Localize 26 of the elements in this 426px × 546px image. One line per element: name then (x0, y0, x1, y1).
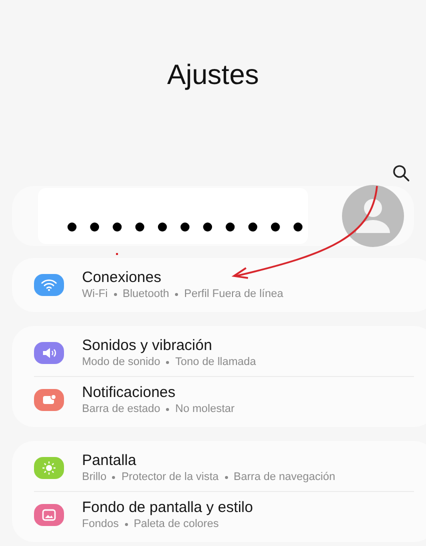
settings-item[interactable]: Pantalla Brillo Protector de la vista Barra de navegación (34, 445, 414, 491)
item-title: Notificaciones (82, 383, 176, 402)
settings-item[interactable]: Sonidos y vibración Modo de sonido Tono de llamada (34, 330, 414, 376)
settings-item[interactable]: Conexiones Wi-Fi Bluetooth Perfil Fuera de línea (34, 262, 414, 308)
item-title: Conexiones (82, 268, 162, 287)
item-subtitle: Brillo (82, 470, 106, 485)
item-subtitle: Modo de sonido (82, 355, 160, 370)
item-subtitle: Tono de llamada (175, 355, 256, 370)
item-subtitle: Perfil Fuera de línea (184, 287, 284, 302)
item-subtitle: Wi-Fi (82, 287, 108, 302)
item-subtitle: Barra de navegación (234, 470, 336, 485)
page-title: Ajustes (166, 58, 260, 92)
item-subtitle: Protector de la vista (121, 470, 219, 485)
item-subtitle: No molestar (175, 402, 235, 417)
item-subtitle: Fondos (82, 517, 119, 532)
settings-item[interactable]: Fondo de pantalla y estilo Fondos Paleta de colores (34, 491, 414, 538)
avatar-icon[interactable] (342, 185, 404, 247)
search-icon[interactable] (392, 164, 410, 182)
item-subtitle: Bluetooth (122, 287, 170, 302)
profile-card[interactable] (12, 186, 414, 246)
item-title: Pantalla (82, 451, 138, 470)
item-subtitle: Barra de estado (82, 402, 160, 417)
settings-item[interactable]: Notificaciones Barra de estado No molestar (34, 376, 414, 423)
item-subtitle: Paleta de colores (134, 517, 219, 532)
item-title: Fondo de pantalla y estilo (82, 498, 253, 517)
item-title: Sonidos y vibración (82, 336, 214, 355)
